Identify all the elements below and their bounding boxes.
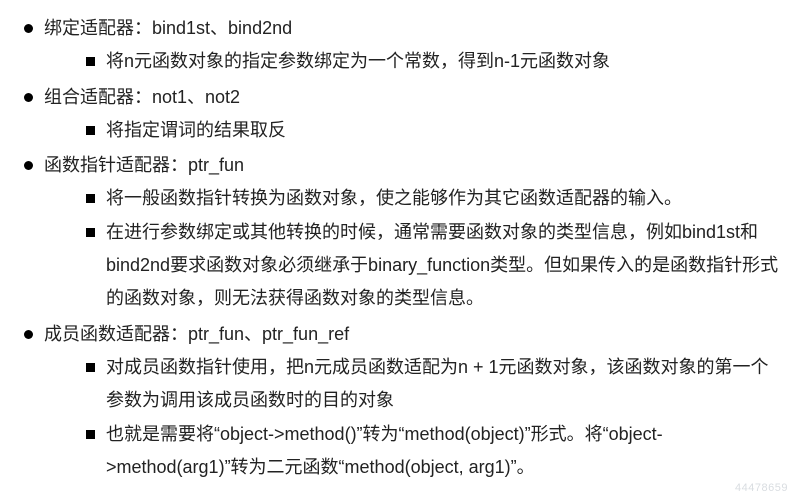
item-title: 绑定适配器：bind1st、bind2nd xyxy=(44,18,292,38)
list-item: 将n元函数对象的指定参数绑定为一个常数，得到n-1元函数对象 xyxy=(84,45,782,78)
list-item: 将一般函数指针转换为函数对象，使之能够作为其它函数适配器的输入。 xyxy=(84,182,782,215)
list-item: 绑定适配器：bind1st、bind2nd 将n元函数对象的指定参数绑定为一个常… xyxy=(18,12,782,79)
item-sub: 将指定谓词的结果取反 xyxy=(106,120,286,140)
item-sub: 对成员函数指针使用，把n元成员函数适配为n + 1元函数对象，该函数对象的第一个… xyxy=(106,357,769,410)
bullet-list-level2: 将一般函数指针转换为函数对象，使之能够作为其它函数适配器的输入。 在进行参数绑定… xyxy=(84,182,782,315)
list-item: 将指定谓词的结果取反 xyxy=(84,114,782,147)
item-title: 函数指针适配器：ptr_fun xyxy=(44,155,244,175)
bullet-list-level2: 对成员函数指针使用，把n元成员函数适配为n + 1元函数对象，该函数对象的第一个… xyxy=(84,351,782,484)
bullet-list-level2: 将指定谓词的结果取反 xyxy=(84,114,782,147)
list-item: 也就是需要将“object->method()”转为“method(object… xyxy=(84,418,782,485)
list-item: 对成员函数指针使用，把n元成员函数适配为n + 1元函数对象，该函数对象的第一个… xyxy=(84,351,782,418)
list-item: 函数指针适配器：ptr_fun 将一般函数指针转换为函数对象，使之能够作为其它函… xyxy=(18,149,782,315)
item-title: 成员函数适配器：ptr_fun、ptr_fun_ref xyxy=(44,324,349,344)
bullet-list-level2: 将n元函数对象的指定参数绑定为一个常数，得到n-1元函数对象 xyxy=(84,45,782,78)
item-sub: 将n元函数对象的指定参数绑定为一个常数，得到n-1元函数对象 xyxy=(106,51,610,71)
item-sub: 在进行参数绑定或其他转换的时候，通常需要函数对象的类型信息，例如bind1st和… xyxy=(106,222,778,309)
watermark-text: 44478659 xyxy=(735,478,788,498)
list-item: 在进行参数绑定或其他转换的时候，通常需要函数对象的类型信息，例如bind1st和… xyxy=(84,216,782,316)
bullet-list-level1: 绑定适配器：bind1st、bind2nd 将n元函数对象的指定参数绑定为一个常… xyxy=(18,12,782,484)
item-title: 组合适配器：not1、not2 xyxy=(44,87,240,107)
item-sub: 将一般函数指针转换为函数对象，使之能够作为其它函数适配器的输入。 xyxy=(106,188,682,208)
list-item: 组合适配器：not1、not2 将指定谓词的结果取反 xyxy=(18,81,782,148)
item-sub: 也就是需要将“object->method()”转为“method(object… xyxy=(106,424,663,477)
list-item: 成员函数适配器：ptr_fun、ptr_fun_ref 对成员函数指针使用，把n… xyxy=(18,318,782,484)
